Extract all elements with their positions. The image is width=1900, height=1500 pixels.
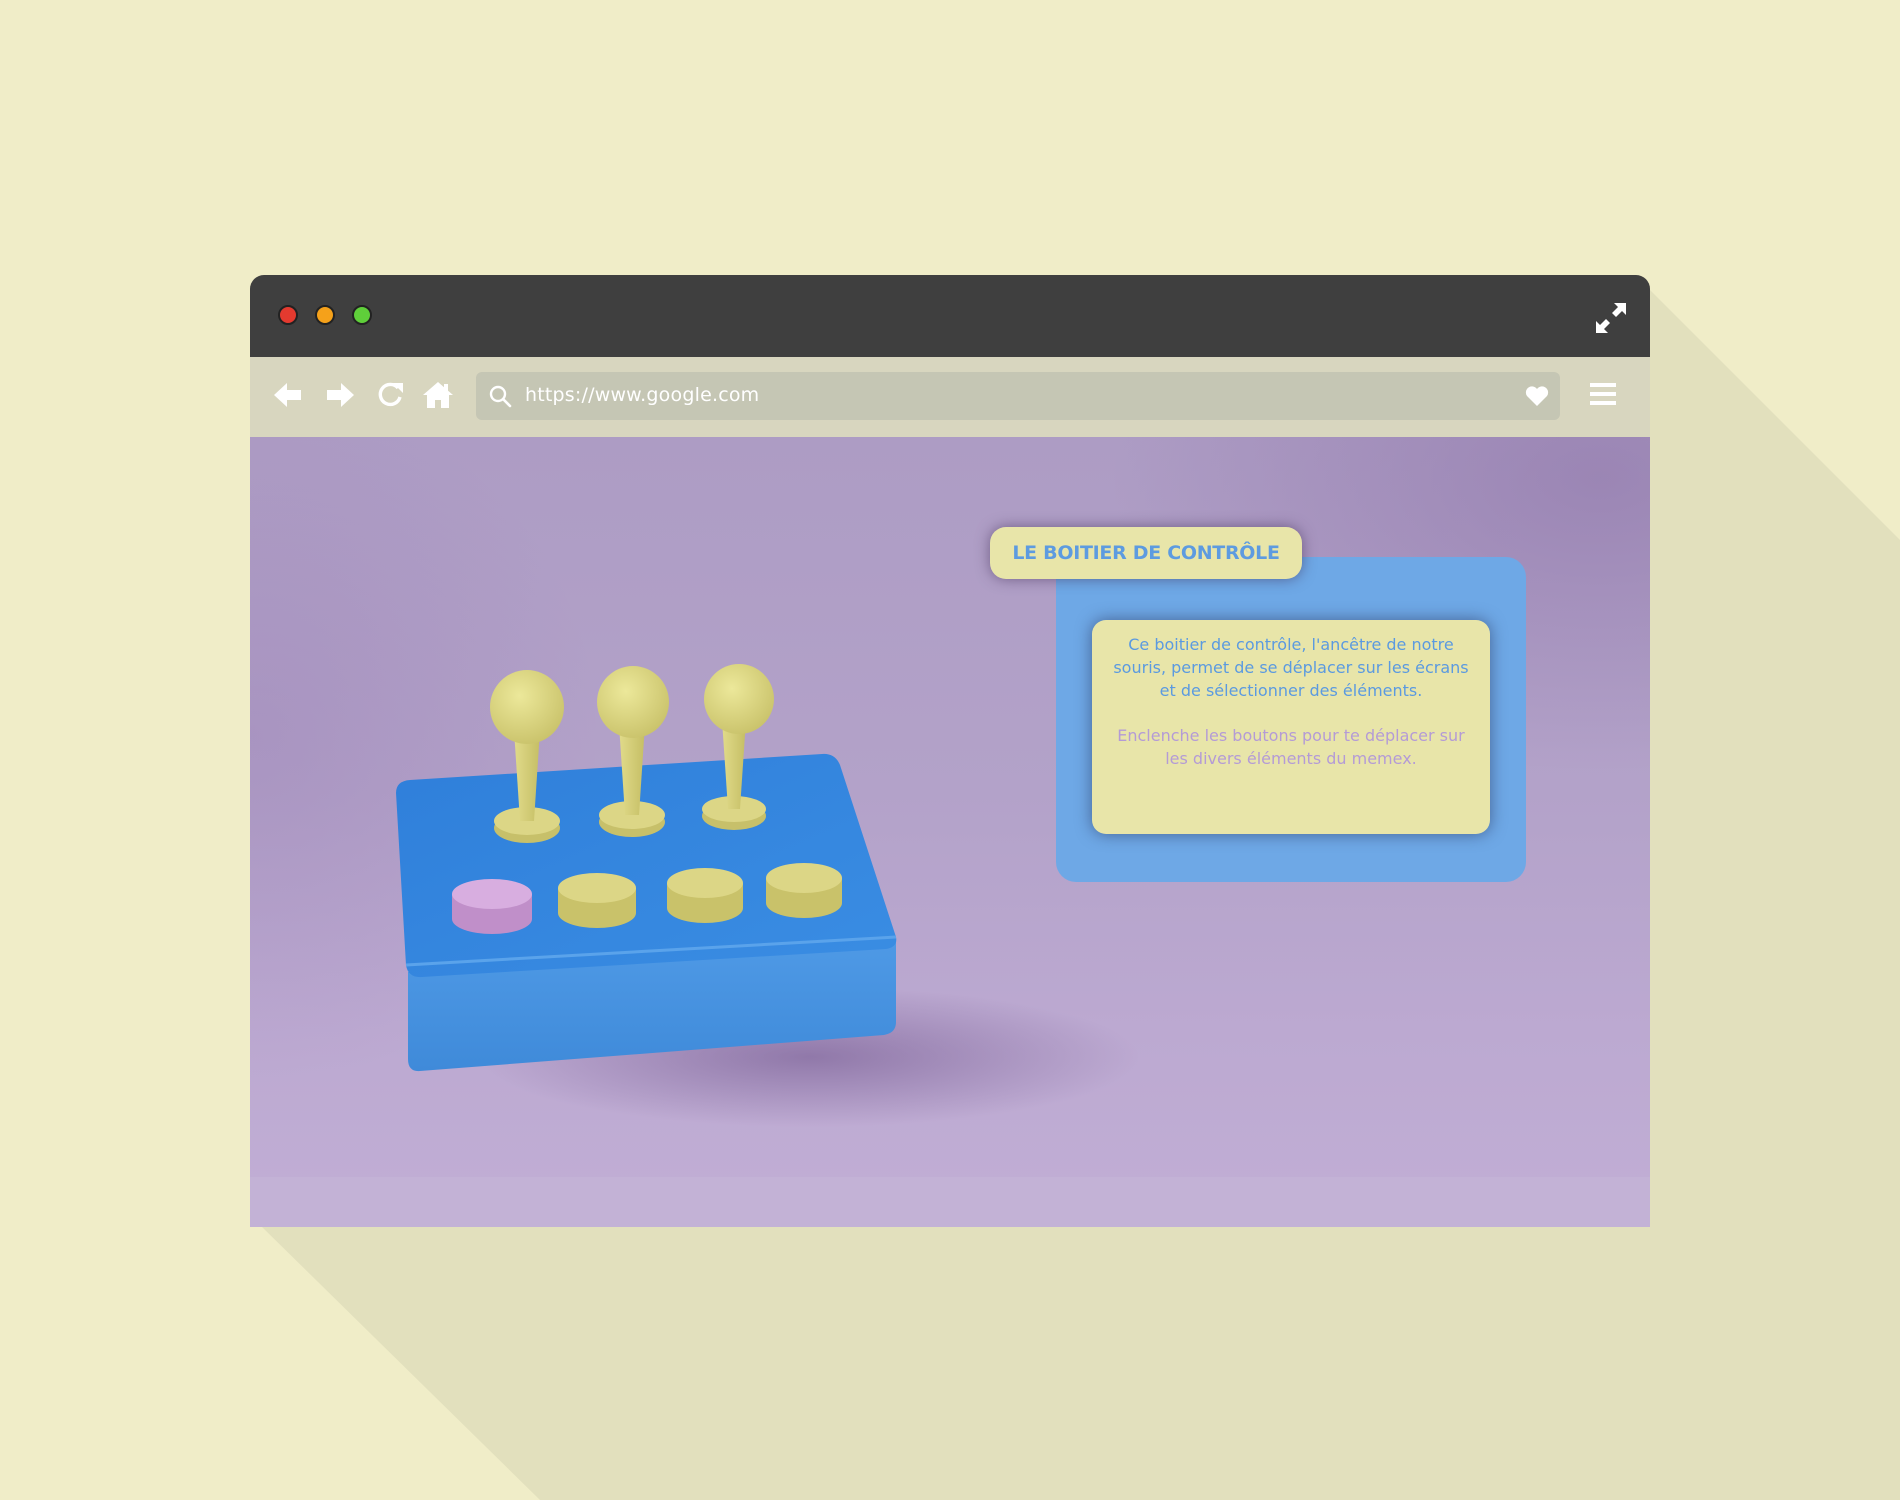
joystick-3 (702, 664, 774, 830)
arrow-right-icon[interactable] (324, 379, 356, 411)
title-label: LE BOITIER DE CONTRÔLE (990, 527, 1302, 579)
push-button-4 (766, 863, 842, 918)
maximize-window-button[interactable] (352, 305, 372, 325)
page-title: LE BOITIER DE CONTRÔLE (1012, 542, 1280, 564)
browser-window: https://www.google.com LE BOITIER DE CON… (250, 275, 1650, 1227)
push-button-3 (667, 868, 743, 923)
push-button-selected (452, 879, 532, 934)
expand-icon[interactable] (1594, 301, 1628, 335)
address-bar[interactable]: https://www.google.com (476, 372, 1560, 420)
page-viewport: LE BOITIER DE CONTRÔLE Ce boitier de con… (250, 437, 1650, 1227)
hamburger-menu-icon[interactable] (1588, 379, 1618, 409)
joystick-1 (490, 670, 564, 843)
reload-icon[interactable] (374, 379, 406, 411)
search-icon (489, 385, 512, 408)
heart-icon[interactable] (1524, 384, 1550, 408)
instruction-text: Enclenche les boutons pour te déplacer s… (1117, 726, 1465, 768)
info-card: Ce boitier de contrôle, l'ancêtre de not… (1092, 620, 1490, 834)
description-text: Ce boitier de contrôle, l'ancêtre de not… (1113, 635, 1469, 700)
arrow-left-icon[interactable] (272, 379, 304, 411)
close-window-button[interactable] (278, 305, 298, 325)
push-button-2 (558, 873, 636, 928)
joystick-2 (597, 666, 669, 837)
title-bar (250, 275, 1650, 357)
home-icon[interactable] (422, 379, 454, 411)
minimize-window-button[interactable] (315, 305, 335, 325)
url-text[interactable]: https://www.google.com (525, 384, 759, 406)
navigation-bar: https://www.google.com (250, 357, 1650, 437)
